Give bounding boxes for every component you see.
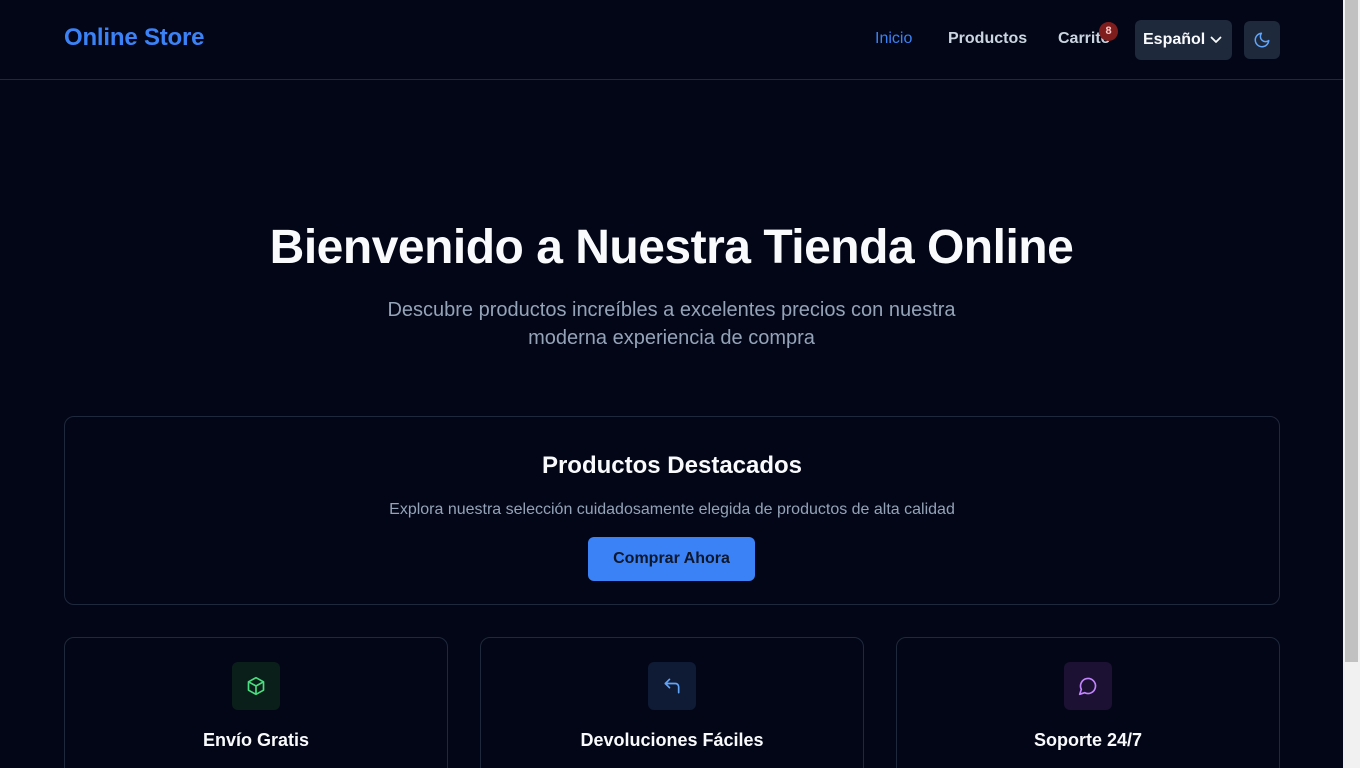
scrollbar-thumb[interactable] bbox=[1345, 0, 1358, 662]
theme-toggle-button[interactable] bbox=[1244, 21, 1280, 59]
feature-icon-box bbox=[1064, 662, 1112, 710]
chat-bubble-icon bbox=[1078, 677, 1097, 696]
feature-title: Envío Gratis bbox=[202, 730, 310, 750]
nav-link-inicio[interactable]: Inicio bbox=[875, 30, 912, 48]
package-icon bbox=[247, 676, 265, 696]
featured-title: Productos Destacados bbox=[541, 452, 803, 479]
feature-card-support: Soporte 24/7 bbox=[896, 637, 1280, 768]
nav-link-productos[interactable]: Productos bbox=[948, 30, 1027, 48]
language-selected-label: Español bbox=[1143, 31, 1206, 48]
feature-icon-box bbox=[648, 662, 696, 710]
feature-title: Soporte 24/7 bbox=[1033, 730, 1143, 750]
hero-subtitle: Descubre productos increíbles a excelent… bbox=[387, 299, 956, 349]
feature-card-free-shipping: Envío Gratis bbox=[64, 637, 448, 768]
feature-icon-box bbox=[232, 662, 280, 710]
hero-title: Bienvenido a Nuestra Tienda Online bbox=[269, 221, 1074, 274]
shop-now-button[interactable]: Comprar Ahora bbox=[588, 537, 755, 581]
featured-description: Explora nuestra selección cuidadosamente… bbox=[389, 501, 955, 518]
page: Online Store Inicio Productos Carrito 8 … bbox=[0, 0, 1343, 768]
site-header: Online Store Inicio Productos Carrito 8 … bbox=[0, 0, 1343, 80]
moon-icon bbox=[1254, 32, 1270, 48]
language-select[interactable]: Español bbox=[1135, 20, 1232, 60]
chevron-down-icon bbox=[1210, 36, 1222, 43]
brand-logo[interactable]: Online Store bbox=[64, 24, 204, 52]
featured-products-card: Productos Destacados Explora nuestra sel… bbox=[64, 416, 1280, 605]
feature-title: Devoluciones Fáciles bbox=[580, 730, 764, 750]
undo-arrow-icon bbox=[664, 678, 680, 694]
feature-card-easy-returns: Devoluciones Fáciles bbox=[480, 637, 864, 768]
cart-count-badge: 8 bbox=[1099, 22, 1118, 41]
